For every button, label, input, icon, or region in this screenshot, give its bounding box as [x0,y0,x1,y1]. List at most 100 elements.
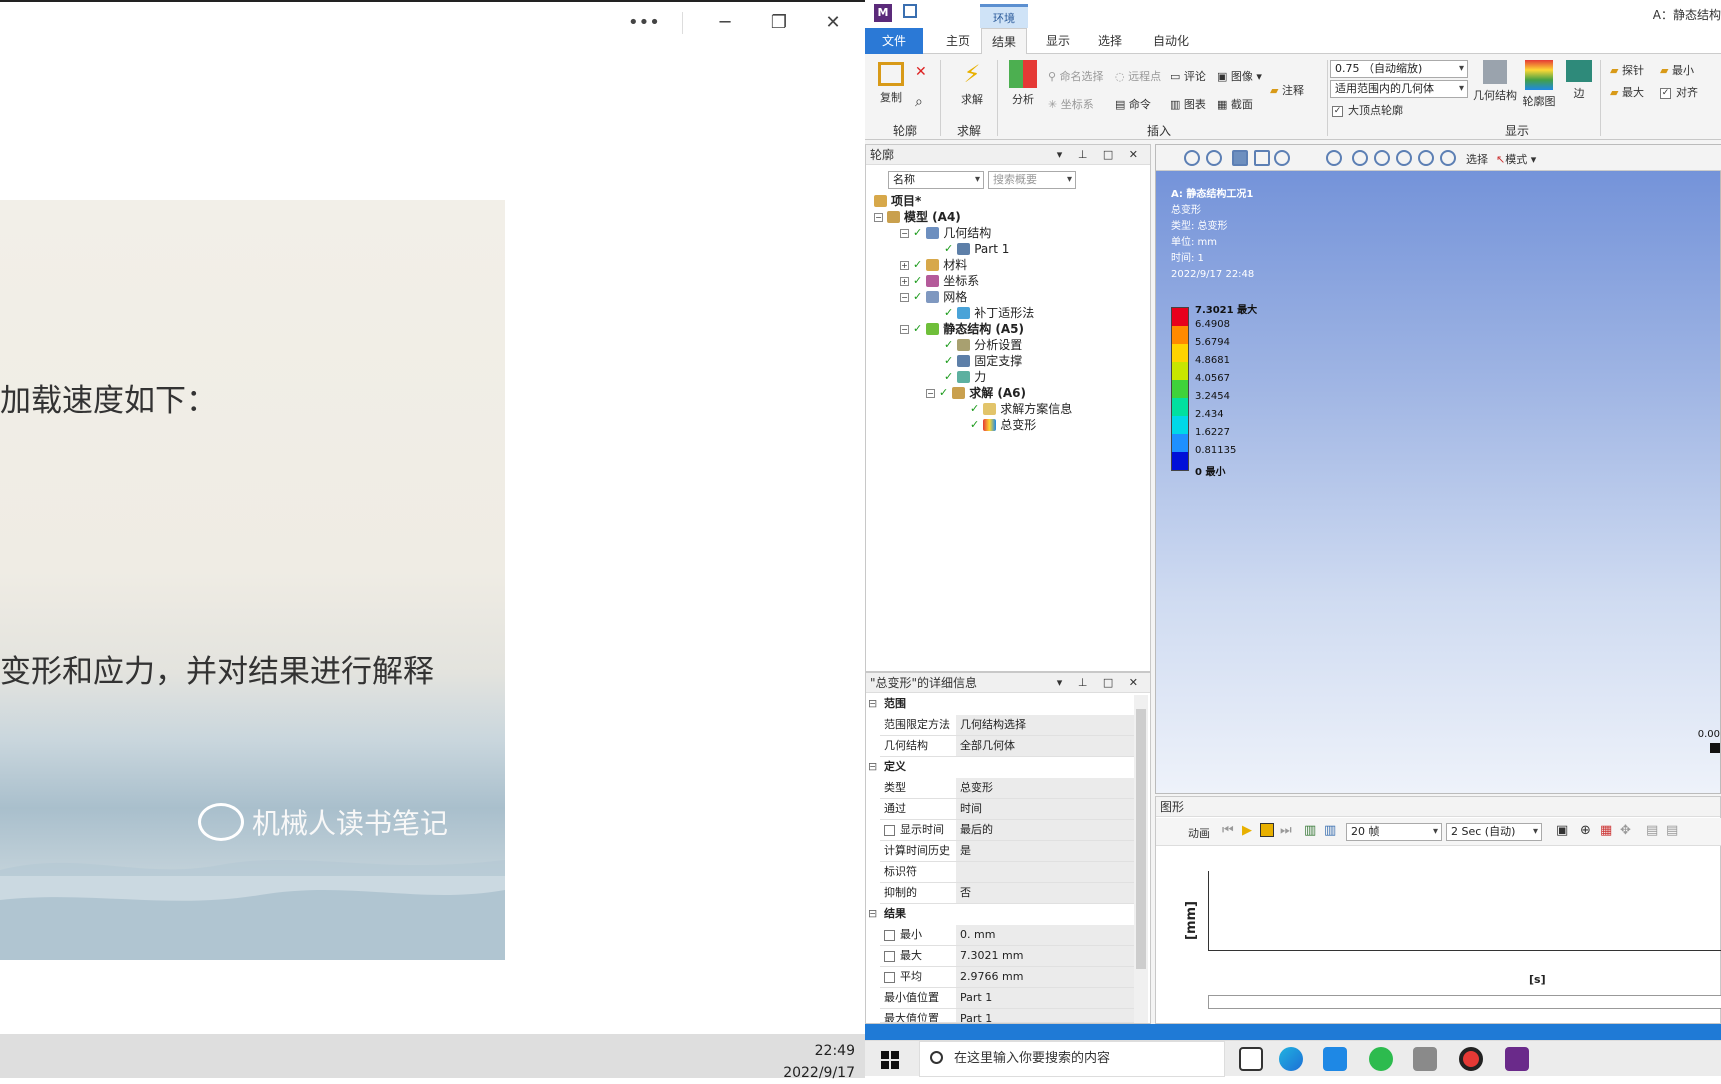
detail-value[interactable]: Part 1 [956,988,1134,1008]
detail-row[interactable]: 显示时间 最后的 [880,820,1134,841]
distributed-icon[interactable]: ▥ [1304,823,1316,838]
checkbox[interactable] [884,950,895,962]
more-icon[interactable]: ••• [628,12,660,34]
minimize-icon[interactable]: ─ [713,12,737,34]
zoom-box-icon[interactable] [1396,150,1412,166]
detail-value[interactable]: 全部几何体 [956,736,1134,756]
save-icon[interactable] [903,4,917,18]
clock[interactable]: 22:49 2022/9/17 [783,1040,855,1084]
outline-filter-combo[interactable]: 名称 [888,171,984,189]
panel-controls[interactable]: ▾ ⊥ □ ✕ [1057,145,1144,165]
comment-button[interactable]: ▭ 评论 [1170,68,1206,84]
wechat-icon[interactable] [1369,1047,1393,1071]
collapse-icon[interactable]: − [874,212,883,222]
zoom-fit-icon[interactable] [1418,150,1434,166]
grid-icon[interactable]: ▦ [1600,823,1612,838]
detail-value[interactable]: 时间 [956,799,1134,819]
zoom-icon[interactable]: ⊕ [1580,823,1591,838]
contour-button[interactable]: 轮廓图 [1520,60,1558,109]
frames-combo[interactable]: 20 帧 [1346,823,1442,841]
coordinate-system-button[interactable]: ✳ 坐标系 [1048,96,1094,112]
detail-value[interactable]: Part 1 [956,1009,1134,1022]
result-sets-icon[interactable]: ▥ [1324,823,1336,838]
section-scope[interactable]: 范围 [866,694,1134,715]
detail-row[interactable]: 平均 2.9766 mm [880,967,1134,988]
detail-row[interactable]: 几何结构 全部几何体 [880,736,1134,757]
tree-node-model[interactable]: − 模型 (A4) [874,209,961,225]
detail-row[interactable]: 计算时间历史是 [880,841,1134,862]
select-button[interactable]: 选择 [1466,151,1488,167]
checkbox-checked[interactable]: ✓ [1332,105,1343,117]
rotate-view-icon[interactable] [1274,150,1290,166]
geometry-display-button[interactable]: 几何结构 [1471,60,1519,103]
task-view-icon[interactable] [1239,1047,1263,1071]
tree-node-part1[interactable]: ✓ Part 1 [944,241,1009,257]
tab-display[interactable]: 显示 [1035,28,1081,54]
tree-node-coordinate-systems[interactable]: + ✓ 坐标系 [900,273,979,289]
detail-row[interactable]: 抑制的 否 [880,883,1134,904]
tree-node-project[interactable]: 项目* [874,193,921,209]
scrollbar-thumb[interactable] [1136,709,1146,969]
tree-node-total-deformation[interactable]: ✓ 总变形 [970,417,1036,433]
checkbox[interactable] [884,929,895,941]
tab-home[interactable]: 主页 [935,28,981,54]
detail-value[interactable]: 总变形 [956,778,1134,798]
wb-app-icon[interactable] [1413,1047,1437,1071]
tree-node-fixed-support[interactable]: ✓ 固定支撑 [944,353,1022,369]
tree-node-materials[interactable]: + ✓ 材料 [900,257,967,273]
section-definition[interactable]: 定义 [866,757,1134,778]
last-frame-icon[interactable]: ⏭ [1280,823,1292,838]
image-button[interactable]: ▣ 图像 ▾ [1217,68,1262,84]
color-legend[interactable] [1171,307,1189,471]
graphics-viewport[interactable]: 选择 ↖模式 ▾ A: 静态结构工况1 总变形 类型: 总变形 单位: mm 时… [1155,144,1721,794]
detail-row[interactable]: 最小 0. mm [880,925,1134,946]
detail-row[interactable]: 通过 时间 [880,799,1134,820]
outline-search-input[interactable]: 搜索概要 [988,171,1076,189]
detail-row[interactable]: 最大 7.3021 mm [880,946,1134,967]
detail-row[interactable]: 范围限定方法 几何结构选择 [880,715,1134,736]
chart-icon[interactable]: ▤ [1646,823,1658,838]
checkbox[interactable] [884,824,895,836]
detail-value[interactable]: 几何结构选择 [956,715,1134,735]
detail-value[interactable]: 2.9766 mm [956,967,1134,987]
view-icon[interactable] [1254,150,1270,166]
magnifier-icon[interactable] [1440,150,1456,166]
analysis-button[interactable]: 分析 [1005,60,1041,107]
section-results[interactable]: 结果 [866,904,1134,925]
probe-button[interactable]: ▰ 探针 [1610,62,1644,78]
solve-button[interactable]: ⚡ 求解 [955,60,989,107]
tree-node-analysis-settings[interactable]: ✓ 分析设置 [944,337,1022,353]
tab-file[interactable]: 文件 [865,28,923,54]
annotation-button[interactable]: ▰ 注释 [1270,82,1304,98]
edge-button[interactable]: 边 [1563,60,1595,101]
tab-automation[interactable]: 自动化 [1143,28,1199,54]
taskbar-search-input[interactable]: 在这里输入你要搜索的内容 [919,1041,1225,1077]
collapse-icon[interactable]: − [926,388,935,398]
command-button[interactable]: ▤ 命令 [1115,96,1151,112]
collapse-icon[interactable]: − [900,228,909,238]
pan-icon[interactable] [1352,150,1368,166]
named-selection-button[interactable]: ⚲ 命名选择 [1048,68,1104,84]
panel-controls[interactable]: ▾ ⊥ □ ✕ [1057,673,1144,693]
graph-plot-area[interactable] [1208,871,1721,951]
copy-button[interactable]: 复制 [875,62,907,105]
rotate-icon[interactable] [1326,150,1342,166]
close-icon[interactable]: ✕ [821,12,845,34]
expand-icon[interactable]: + [900,260,909,270]
pan-icon[interactable]: ✥ [1620,823,1631,838]
detail-value[interactable]: 7.3021 mm [956,946,1134,966]
align-checkbox[interactable]: ✓ 对齐 [1660,84,1698,100]
collapse-icon[interactable]: − [900,324,909,334]
restore-icon[interactable]: ❐ [767,12,791,34]
tree-node-patch-conforming[interactable]: ✓ 补丁适形法 [944,305,1034,321]
tab-results[interactable]: 结果 [981,28,1027,54]
first-frame-icon[interactable]: ⏮ [1222,823,1234,838]
detail-row[interactable]: 最大值位置 Part 1 [880,1009,1134,1023]
detail-value[interactable]: 最后的 [956,820,1134,840]
tree-node-solution[interactable]: − ✓ 求解 (A6) [926,385,1026,401]
tree-node-mesh[interactable]: − ✓ 网格 [900,289,967,305]
section-button[interactable]: ▦ 截面 [1217,96,1253,112]
min-button[interactable]: ▰ 最小 [1660,62,1694,78]
zoom-out-icon[interactable] [1206,150,1222,166]
tree-node-solution-info[interactable]: ✓ 求解方案信息 [970,401,1072,417]
